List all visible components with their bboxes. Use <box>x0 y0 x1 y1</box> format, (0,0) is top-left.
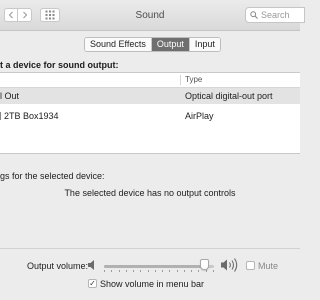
tab-input[interactable]: Input <box>189 38 220 51</box>
slider-ticks <box>104 270 214 273</box>
search-input[interactable] <box>258 10 305 20</box>
no-output-controls-message: The selected device has no output contro… <box>64 188 236 198</box>
table-row[interactable]: l Out Optical digital-out port <box>0 88 300 104</box>
sound-preferences-window: Sound Sound Effects Output Input t a dev… <box>0 0 305 300</box>
speaker-low-icon <box>87 258 97 274</box>
output-volume-label: Output volume: <box>27 261 89 271</box>
show-volume-label: Show volume in menu bar <box>100 279 205 289</box>
search-field[interactable] <box>245 7 305 23</box>
slider-thumb[interactable] <box>199 259 209 270</box>
slider-fill <box>104 265 205 268</box>
device-type: AirPlay <box>185 111 214 121</box>
show-volume-checkbox[interactable]: ✓ <box>88 279 97 288</box>
device-name: l Out <box>0 91 20 101</box>
search-icon <box>250 11 258 19</box>
device-type: Optical digital-out port <box>185 91 273 101</box>
tab-sound-effects[interactable]: Sound Effects <box>85 38 152 51</box>
toolbar: Sound <box>0 0 305 31</box>
output-volume-slider[interactable] <box>104 259 214 273</box>
tab-output[interactable]: Output <box>151 38 190 51</box>
speaker-high-icon <box>220 257 240 275</box>
output-device-heading: t a device for sound output: <box>0 60 119 70</box>
column-divider[interactable] <box>180 75 181 85</box>
output-device-table: Type l Out Optical digital-out port 2TB … <box>0 72 300 154</box>
divider <box>0 248 300 249</box>
device-icon <box>0 112 1 120</box>
settings-label: gs for the selected device: <box>0 171 105 181</box>
mute-checkbox[interactable] <box>246 261 255 270</box>
table-row[interactable]: 2TB Box1934 AirPlay <box>0 108 300 124</box>
tab-bar: Sound Effects Output Input <box>84 37 221 52</box>
mute-label: Mute <box>258 261 279 271</box>
table-header: Type <box>0 73 300 88</box>
column-header-type[interactable]: Type <box>185 75 202 84</box>
device-name: 2TB Box1934 <box>4 111 59 121</box>
